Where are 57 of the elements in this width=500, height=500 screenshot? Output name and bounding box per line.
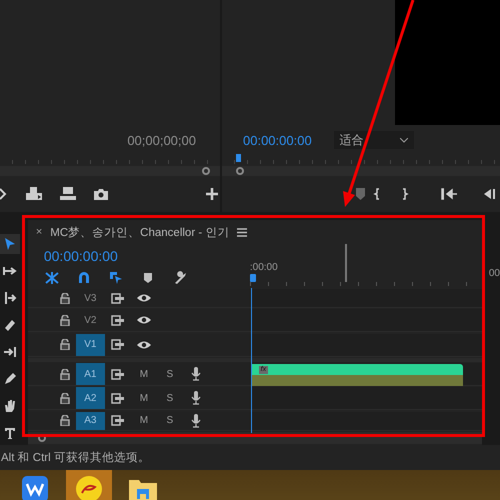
scroll-handle[interactable]: [202, 167, 210, 175]
sync-lock-icon[interactable]: [110, 314, 125, 326]
lock-icon[interactable]: [60, 368, 70, 380]
ruler-time: 00: [488, 268, 500, 279]
sync-lock-icon[interactable]: [110, 339, 125, 350]
track-name[interactable]: V1: [76, 334, 105, 356]
status-text: Alt 和 Ctrl 可获得其他选项。: [1, 450, 150, 465]
microphone-icon[interactable]: [190, 414, 201, 428]
program-timecode: 00:00:00:00: [243, 132, 312, 148]
sync-lock-icon[interactable]: [110, 292, 125, 304]
track-name[interactable]: A2: [76, 387, 105, 410]
lock-icon[interactable]: [60, 292, 70, 304]
solo-toggle[interactable]: S: [156, 392, 183, 404]
add-icon[interactable]: [206, 188, 218, 200]
wps-app-icon: [22, 476, 48, 500]
solo-toggle[interactable]: S: [156, 368, 183, 380]
camera-icon[interactable]: [94, 188, 108, 200]
eye-icon[interactable]: [136, 315, 152, 326]
mute-toggle[interactable]: M: [130, 415, 157, 426]
linked-selection-icon[interactable]: [108, 270, 124, 286]
source-timecode: 00;00;00;00: [127, 132, 196, 148]
lock-icon[interactable]: [60, 314, 70, 326]
microphone-icon[interactable]: [190, 391, 201, 406]
track-name[interactable]: A1: [76, 363, 105, 386]
menu-icon[interactable]: [237, 228, 248, 236]
eye-icon[interactable]: [136, 340, 152, 350]
mark-in-icon[interactable]: [373, 188, 380, 200]
mark-out-icon[interactable]: [402, 188, 409, 200]
close-button[interactable]: ×: [36, 226, 42, 238]
sync-lock-icon[interactable]: [110, 392, 125, 404]
marker-icon[interactable]: [356, 188, 365, 200]
track-name[interactable]: A3: [76, 412, 105, 430]
track-name[interactable]: V3: [76, 289, 105, 308]
overwrite-icon[interactable]: [60, 187, 76, 201]
microphone-icon[interactable]: [190, 367, 201, 382]
ruler-time: :00:00: [250, 262, 278, 273]
go-to-in-icon[interactable]: [441, 188, 457, 200]
solo-toggle[interactable]: S: [156, 415, 183, 426]
playhead[interactable]: [250, 274, 256, 282]
eye-icon[interactable]: [136, 293, 152, 304]
mute-toggle[interactable]: M: [130, 368, 157, 380]
lock-icon[interactable]: [60, 415, 70, 426]
lock-icon[interactable]: [60, 339, 70, 350]
fit-dropdown[interactable]: 适合: [334, 131, 414, 149]
track-name[interactable]: V2: [76, 309, 105, 332]
mute-toggle[interactable]: M: [130, 392, 157, 404]
nest-icon[interactable]: [44, 270, 60, 286]
timeline-timecode: 00:00:00:00: [44, 248, 119, 264]
step-back-icon[interactable]: [483, 188, 495, 200]
sequence-tab[interactable]: MC梦、송가인、Chancellor - 인기: [50, 224, 230, 240]
chevron-icon: [400, 138, 408, 142]
insert-icon[interactable]: [26, 187, 42, 201]
sync-lock-icon[interactable]: [110, 368, 125, 380]
sync-lock-icon[interactable]: [110, 415, 125, 426]
lock-icon[interactable]: [60, 392, 70, 404]
scroll-handle[interactable]: [236, 167, 244, 175]
app-logo-icon: [75, 475, 103, 500]
